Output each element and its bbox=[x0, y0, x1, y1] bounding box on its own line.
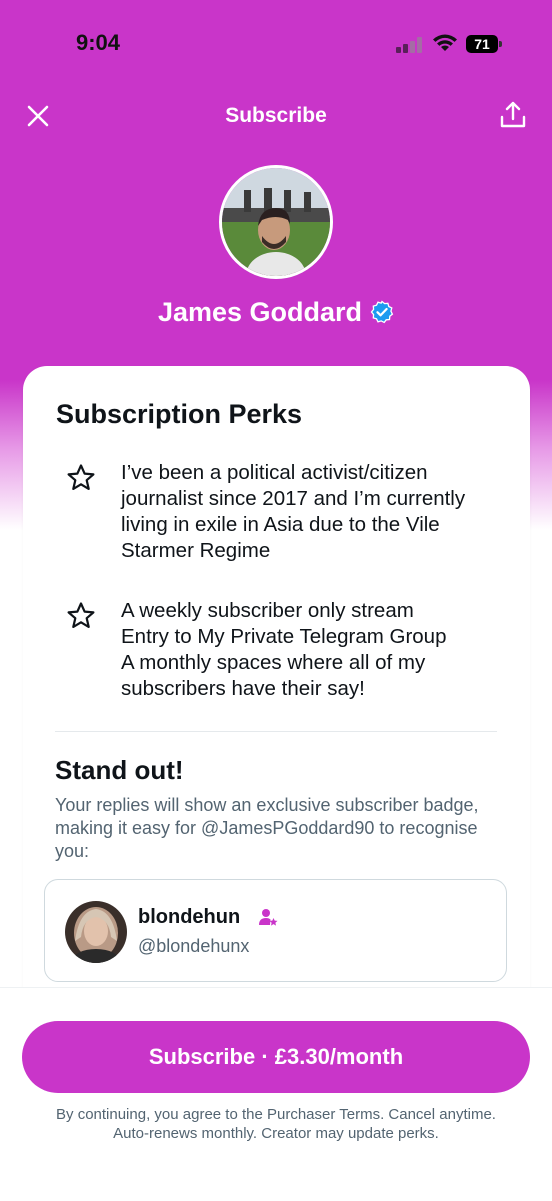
battery-level: 71 bbox=[474, 36, 490, 52]
star-icon bbox=[67, 602, 95, 628]
star-icon bbox=[67, 464, 95, 490]
status-time: 9:04 bbox=[76, 30, 121, 55]
creator-name: James Goddard bbox=[157, 297, 363, 327]
perk-text: I’ve been a political activist/citizen j… bbox=[121, 461, 466, 562]
page-title: Subscribe bbox=[225, 104, 327, 127]
legal-text: By continuing, you agree to the Purchase… bbox=[56, 1106, 496, 1142]
creator-name-row: James Goddard bbox=[0, 297, 552, 328]
creator-avatar[interactable] bbox=[219, 165, 333, 279]
badge-preview: blondehun @blondehunx bbox=[44, 879, 507, 982]
perks-title: Subscription Perks bbox=[56, 399, 303, 429]
subscribe-button[interactable]: Subscribe · £3.30/month bbox=[22, 1021, 530, 1093]
preview-handle: @blondehunx bbox=[138, 936, 250, 956]
stand-out-description: Your replies will show an exclusive subs… bbox=[55, 795, 479, 861]
stand-out-title: Stand out! bbox=[55, 755, 184, 785]
verified-badge-icon bbox=[370, 300, 394, 324]
preview-name: blondehun bbox=[138, 906, 241, 928]
wifi-icon bbox=[433, 34, 457, 51]
perk-text: A weekly subscriber only stream Entry to… bbox=[121, 599, 447, 700]
battery-icon: 71 bbox=[466, 35, 502, 53]
perks-card: Subscription Perks I’ve been a political… bbox=[23, 366, 530, 1066]
divider bbox=[55, 731, 497, 732]
avatar bbox=[65, 901, 127, 963]
signal-icon bbox=[396, 37, 424, 53]
subscriber-badge-icon bbox=[259, 909, 278, 926]
footer: Subscribe · £3.30/month By continuing, y… bbox=[0, 987, 552, 1201]
share-icon[interactable] bbox=[498, 100, 528, 130]
